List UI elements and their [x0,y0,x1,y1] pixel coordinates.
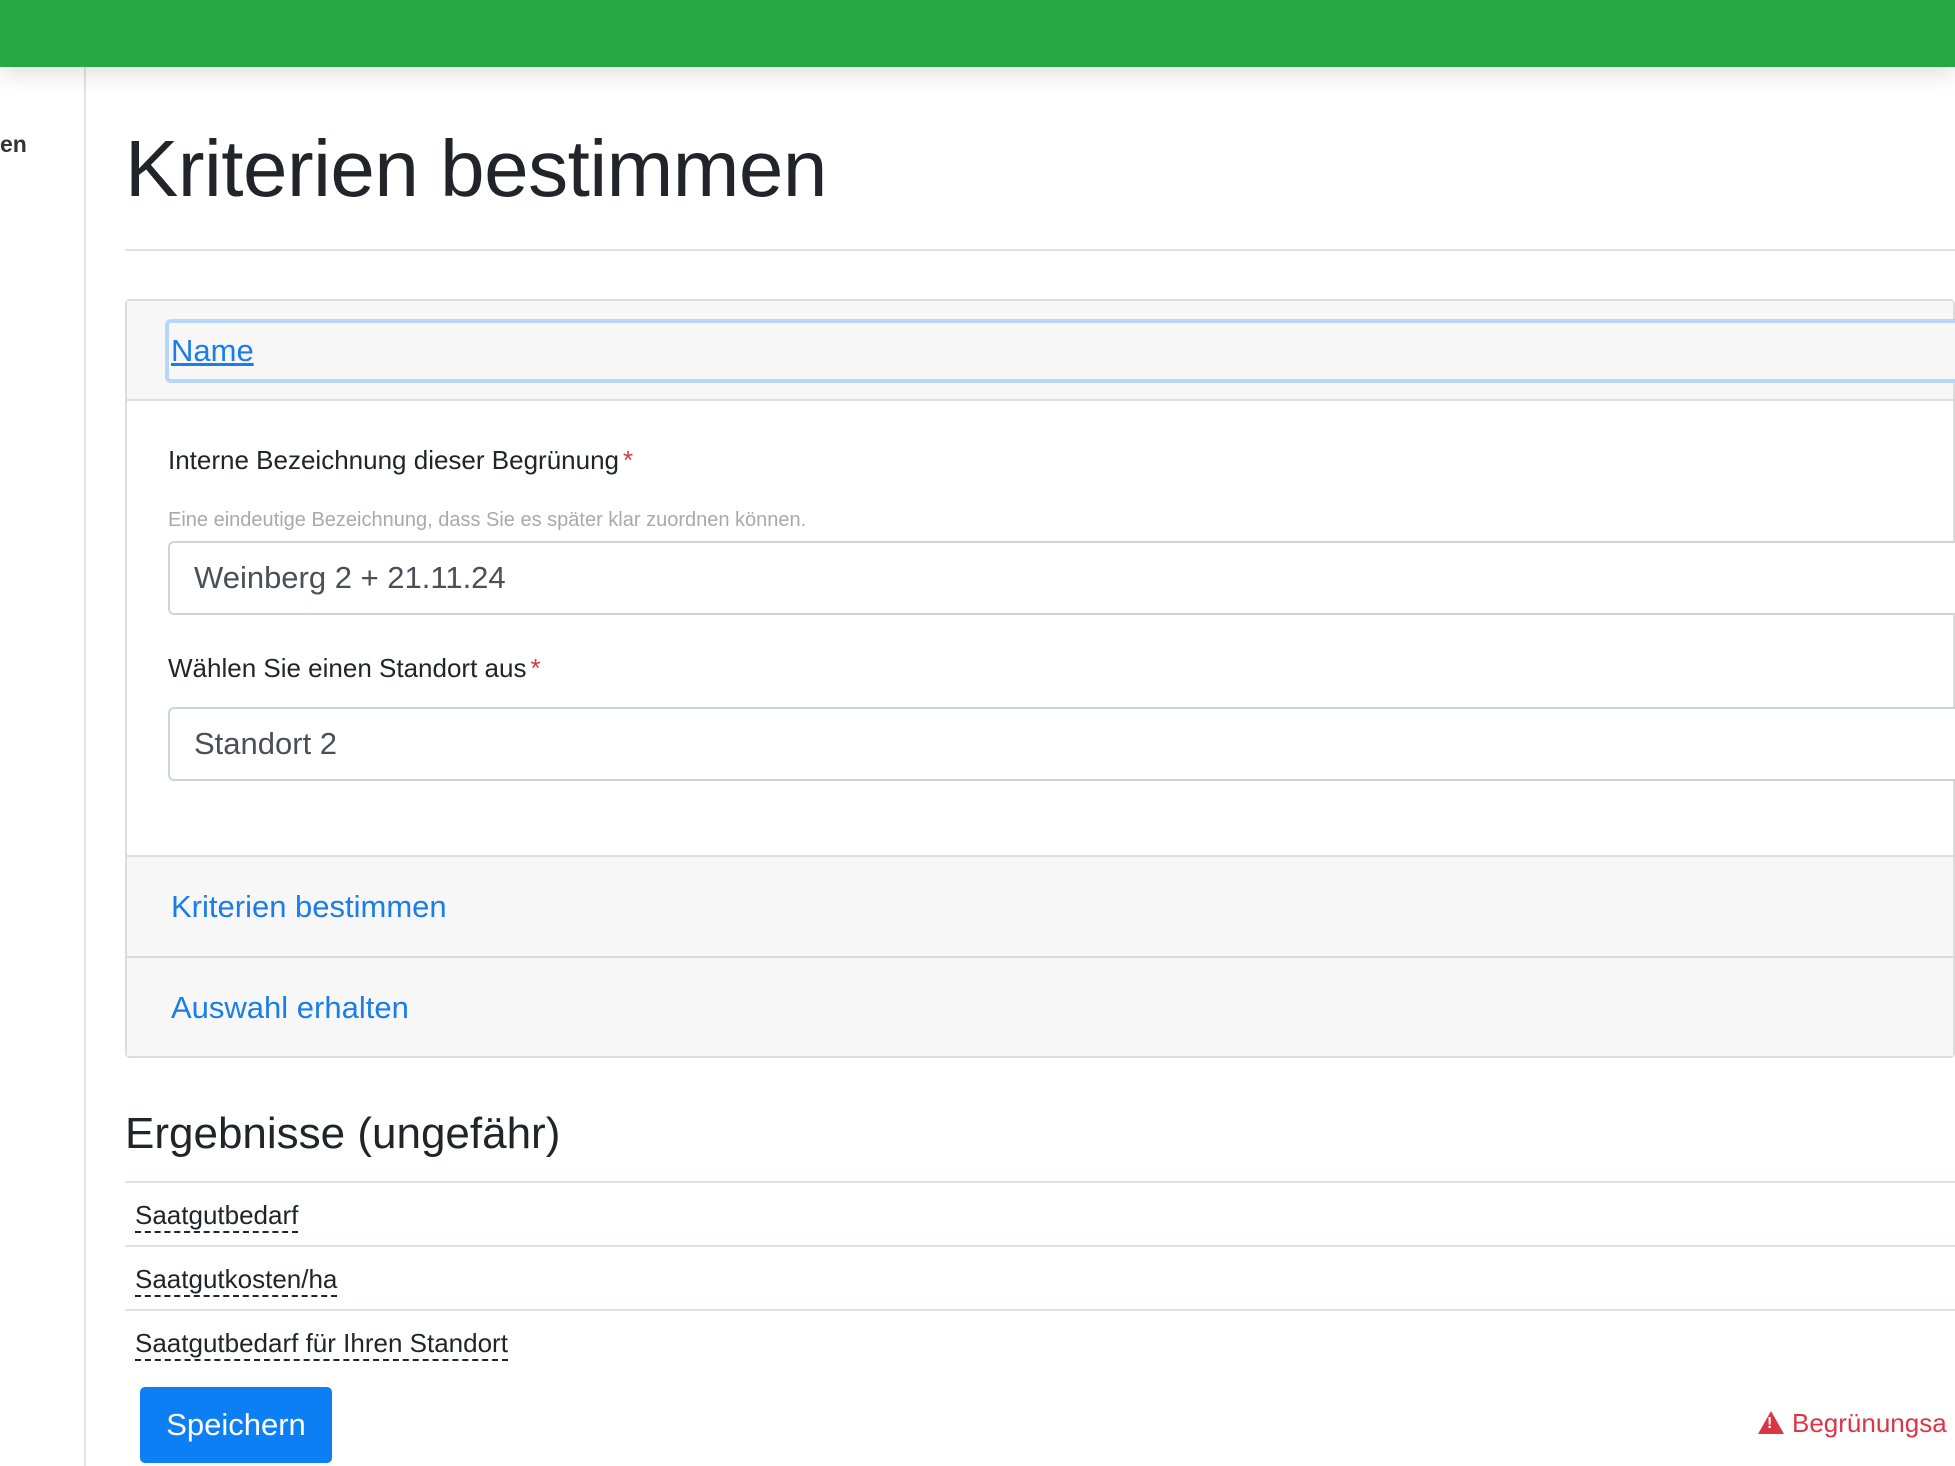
result-label-saatgutkosten[interactable]: Saatgutkosten/ha [135,1263,338,1297]
save-button[interactable]: Speichern [140,1387,332,1463]
focus-outline [165,319,1955,383]
accordion-toggle-auswahl[interactable]: Auswahl erhalten [171,990,409,1026]
sidebar-item-label[interactable]: en [0,131,27,158]
standort-label-text: Wählen Sie einen Standort aus [168,653,527,683]
results-title: Ergebnisse (ungefähr) [125,1109,561,1158]
accordion-toggle-name[interactable]: Name [171,333,254,369]
standort-select[interactable]: Standort 2 [168,707,1955,781]
sidebar: en [0,67,86,1466]
table-row: Saatgutbedarf für Ihren Standort [125,1309,1955,1373]
bezeichnung-label: Interne Bezeichnung dieser Begrünung * [168,445,633,476]
main-content: Kriterien bestimmen Name Interne Bezeich… [125,67,1955,1466]
accordion-toggle-kriterien[interactable]: Kriterien bestimmen [171,889,447,925]
warning-message: Begrünungsa [1758,1408,1947,1439]
result-label-saatgutbedarf[interactable]: Saatgutbedarf [135,1199,299,1233]
bezeichnung-label-text: Interne Bezeichnung dieser Begrünung [168,445,619,475]
results-table: Saatgutbedarf Saatgutkosten/ha Saatgutbe… [125,1181,1955,1373]
accordion-header-kriterien[interactable]: Kriterien bestimmen [127,857,1953,958]
warning-icon [1758,1411,1784,1434]
bezeichnung-input[interactable]: Weinberg 2 + 21.11.24 [168,541,1955,615]
accordion-body-name: Interne Bezeichnung dieser Begrünung * Ei… [127,401,1955,857]
top-navbar [0,0,1955,67]
standort-label: Wählen Sie einen Standort aus * [168,653,541,684]
table-row: Saatgutbedarf [125,1181,1955,1245]
accordion-header-auswahl[interactable]: Auswahl erhalten [127,958,1953,1056]
accordion: Name Interne Bezeichnung dieser Begrünun… [125,299,1955,1058]
result-label-saatgutbedarf-standort[interactable]: Saatgutbedarf für Ihren Standort [135,1327,508,1361]
page-title: Kriterien bestimmen [125,124,827,213]
accordion-header-name[interactable]: Name [127,301,1955,401]
required-marker: * [530,653,541,683]
required-marker: * [623,445,634,475]
table-row: Saatgutkosten/ha [125,1245,1955,1309]
bezeichnung-help-text: Eine eindeutige Bezeichnung, dass Sie es… [168,509,807,531]
warning-text: Begrünungsa [1792,1408,1947,1438]
title-divider [125,249,1955,251]
